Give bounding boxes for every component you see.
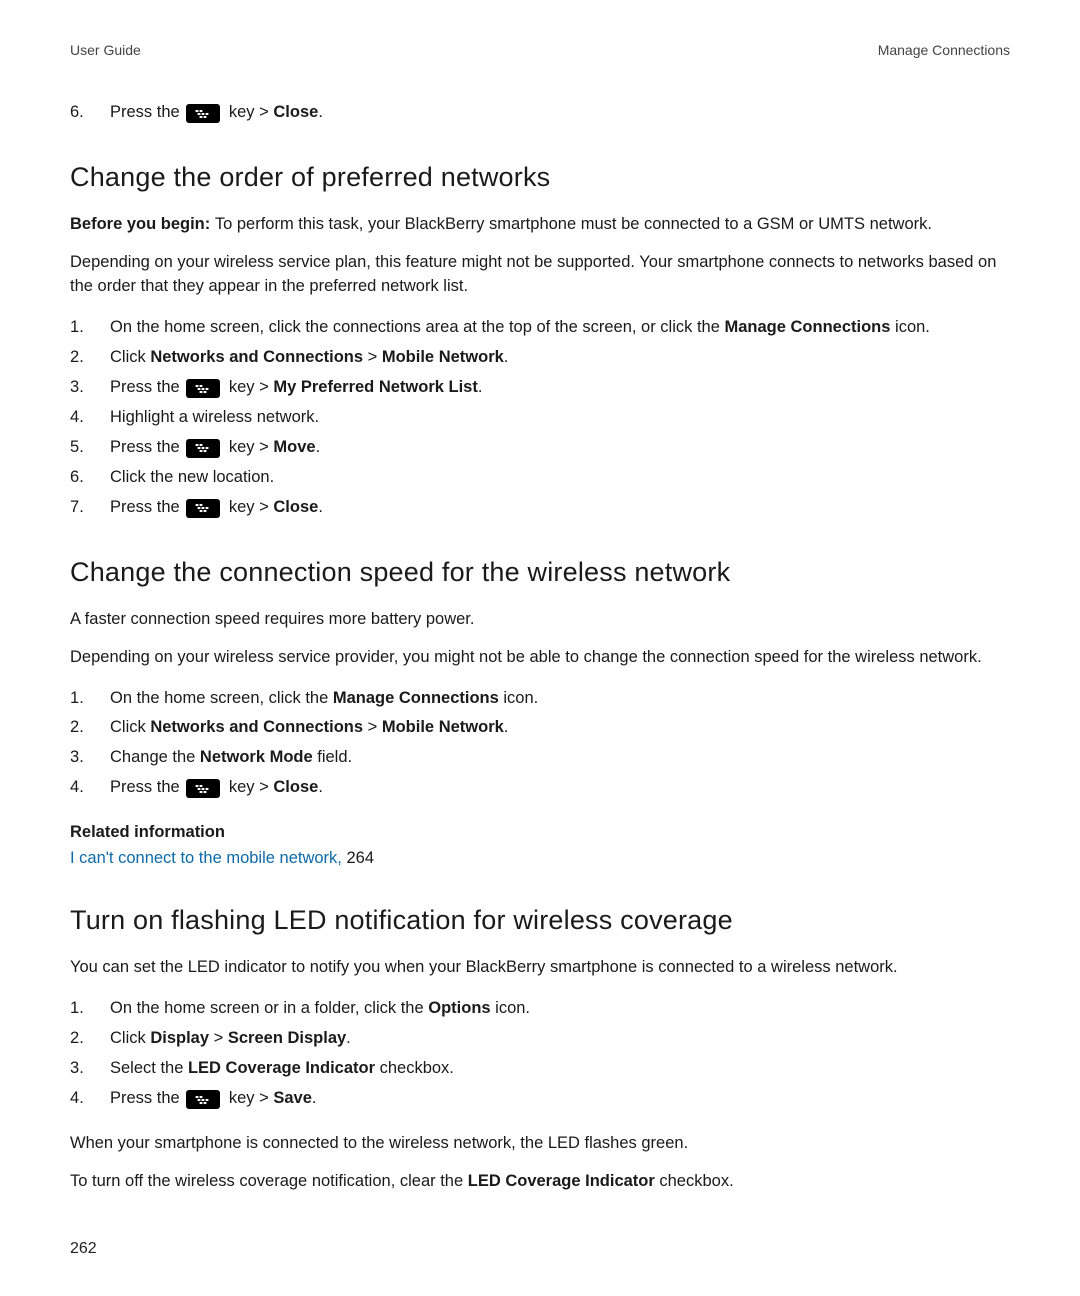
paragraph: When your smartphone is connected to the… — [70, 1132, 1010, 1156]
header-left: User Guide — [70, 40, 141, 60]
section-title: Turn on flashing LED notification for wi… — [70, 901, 1010, 940]
continuing-step: 6. Press the key > Close. — [70, 98, 1010, 128]
section-title: Change the order of preferred networks — [70, 158, 1010, 197]
list-item: Click Networks and Connections > Mobile … — [70, 713, 1010, 743]
list-item: Change the Network Mode field. — [70, 743, 1010, 773]
list-item: On the home screen, click the Manage Con… — [70, 684, 1010, 714]
related-link[interactable]: I can't connect to the mobile network, — [70, 849, 346, 867]
list-item: Press the key > Move. — [70, 433, 1010, 463]
blackberry-key-icon — [186, 779, 220, 798]
close-action: Close — [273, 103, 318, 121]
paragraph: Depending on your wireless service provi… — [70, 646, 1010, 670]
list-item: Click Networks and Connections > Mobile … — [70, 343, 1010, 373]
page-header: User Guide Manage Connections — [70, 40, 1010, 60]
paragraph: You can set the LED indicator to notify … — [70, 956, 1010, 980]
list-item: Press the key > My Preferred Network Lis… — [70, 373, 1010, 403]
section-title: Change the connection speed for the wire… — [70, 553, 1010, 592]
list-item: On the home screen, click the connection… — [70, 313, 1010, 343]
before-you-begin: Before you begin: To perform this task, … — [70, 213, 1010, 237]
steps-list: On the home screen, click the Manage Con… — [70, 684, 1010, 804]
blackberry-key-icon — [186, 439, 220, 458]
list-item: Click Display > Screen Display. — [70, 1024, 1010, 1054]
note: Depending on your wireless service plan,… — [70, 251, 1010, 299]
list-item: Press the key > Close. — [70, 773, 1010, 803]
list-item: Select the LED Coverage Indicator checkb… — [70, 1054, 1010, 1084]
header-right: Manage Connections — [878, 40, 1010, 60]
paragraph: To turn off the wireless coverage notifi… — [70, 1170, 1010, 1194]
paragraph: A faster connection speed requires more … — [70, 608, 1010, 632]
list-item: Click the new location. — [70, 463, 1010, 493]
step-number: 6. — [70, 101, 84, 125]
list-item: Highlight a wireless network. — [70, 403, 1010, 433]
steps-list: On the home screen or in a folder, click… — [70, 994, 1010, 1114]
related-information-heading: Related information — [70, 821, 1010, 845]
list-item: On the home screen or in a folder, click… — [70, 994, 1010, 1024]
list-item: Press the key > Save. — [70, 1084, 1010, 1114]
list-item: Press the key > Close. — [70, 493, 1010, 523]
steps-list: On the home screen, click the connection… — [70, 313, 1010, 522]
blackberry-key-icon — [186, 379, 220, 398]
blackberry-key-icon — [186, 104, 220, 123]
blackberry-key-icon — [186, 1090, 220, 1109]
blackberry-key-icon — [186, 499, 220, 518]
page: User Guide Manage Connections 6. Press t… — [0, 0, 1080, 1296]
page-number: 262 — [70, 1237, 97, 1260]
related-link-row: I can't connect to the mobile network, 2… — [70, 847, 1010, 871]
